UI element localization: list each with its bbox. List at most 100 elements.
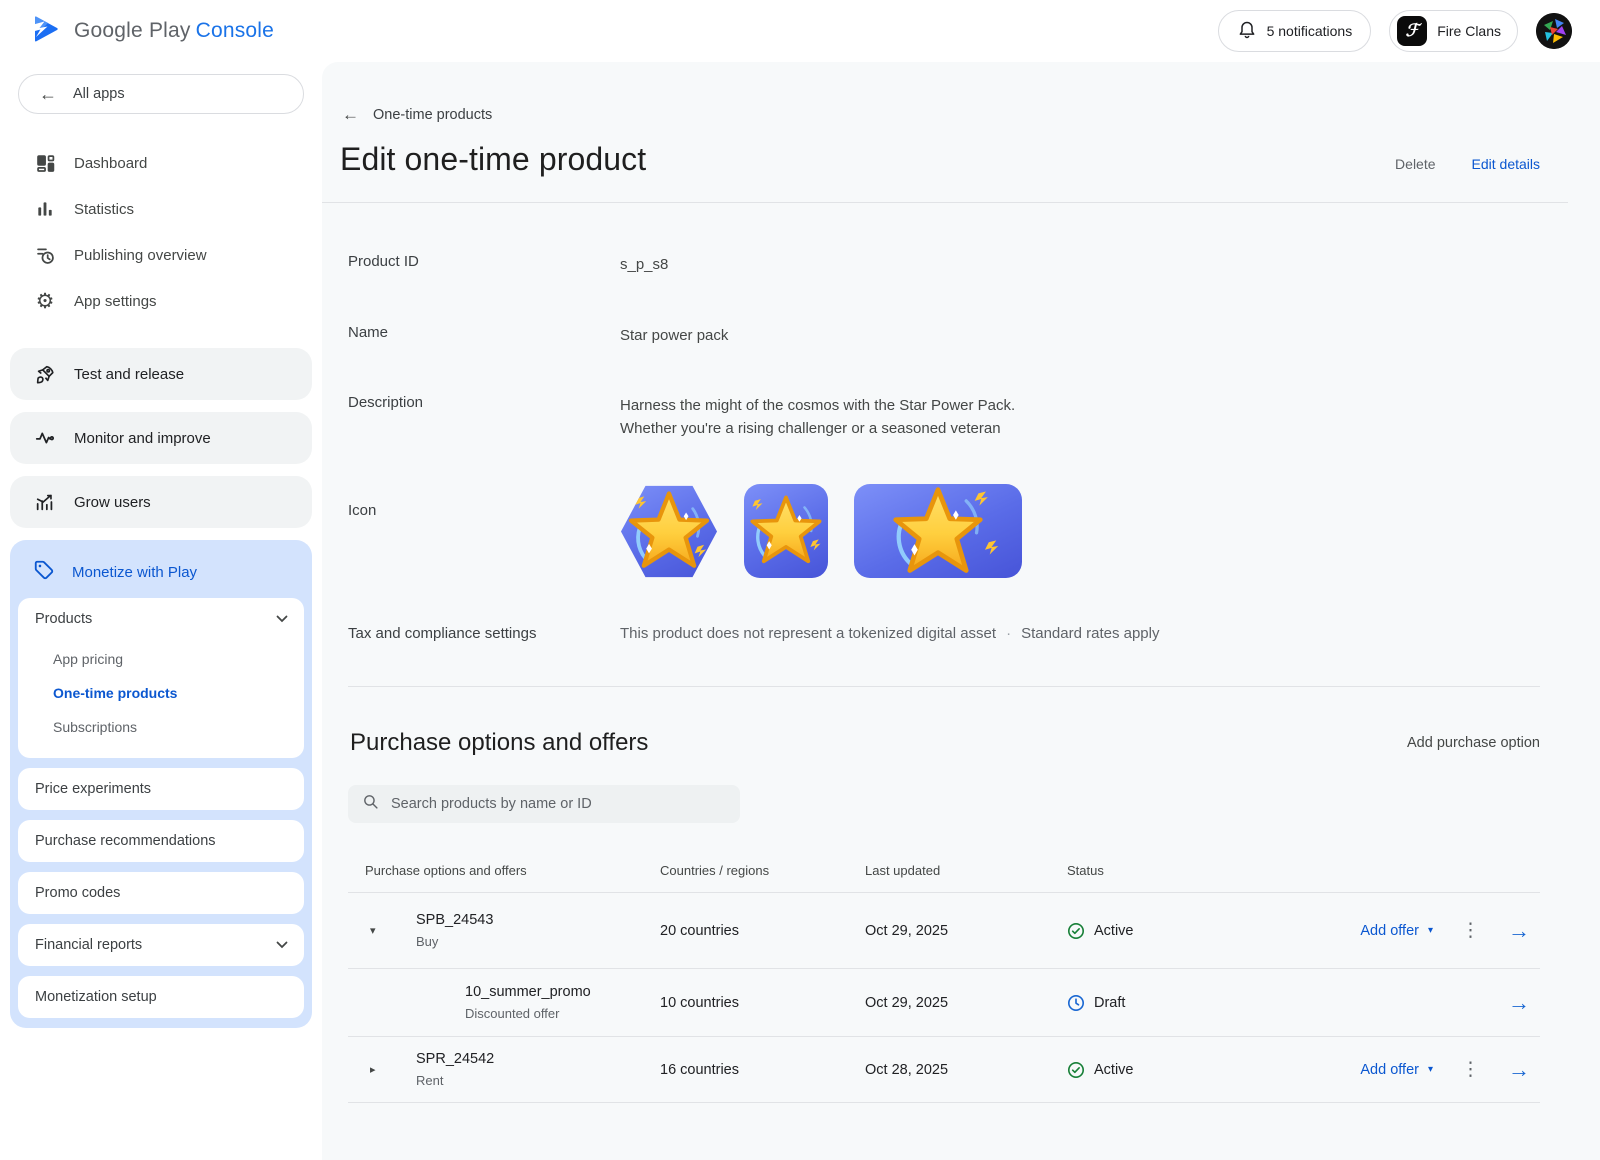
product-icon-rectangle	[854, 484, 1022, 578]
field-value: s_p_s8	[620, 253, 668, 276]
sidebar-card-monetization-setup[interactable]: Monetization setup	[18, 976, 304, 1018]
pulse-icon	[33, 426, 57, 450]
draft-clock-icon	[1067, 994, 1085, 1012]
sidebar-item-label: App settings	[74, 293, 157, 310]
sidebar-group-label: Grow users	[74, 494, 151, 511]
play-triangle-icon	[30, 13, 62, 50]
all-apps-button[interactable]: ← All apps	[18, 74, 304, 114]
app-name: Fire Clans	[1437, 23, 1501, 39]
product-icon-strip	[620, 484, 1022, 579]
field-icon: Icon	[322, 484, 1600, 579]
add-offer-button[interactable]: Add offer ▾	[1360, 1062, 1433, 1078]
countries-cell: 16 countries	[660, 1062, 865, 1078]
rocket-icon	[33, 362, 57, 386]
sidebar-card-price-experiments[interactable]: Price experiments	[18, 768, 304, 810]
purchase-options-table: Purchase options and offers Countries / …	[348, 853, 1540, 1103]
open-row-arrow[interactable]: →	[1508, 1057, 1530, 1083]
back-arrow-icon: ←	[39, 85, 57, 103]
growth-chart-icon	[33, 490, 57, 514]
sidebar-group-label: Monitor and improve	[74, 430, 211, 447]
page-title: Edit one-time product	[340, 141, 646, 178]
table-row: ▸ SPR_24542 Rent 16 countries Oct 28, 20…	[348, 1037, 1540, 1103]
notifications-button[interactable]: 5 notifications	[1218, 10, 1372, 52]
field-name: Name Star power pack	[322, 324, 1600, 347]
search-icon	[362, 793, 379, 815]
avatar[interactable]	[1536, 13, 1572, 49]
chevron-down-icon	[276, 611, 288, 627]
publishing-overview-icon	[33, 243, 57, 267]
monetize-label: Monetize with Play	[72, 564, 197, 581]
statistics-icon	[33, 197, 57, 221]
field-label: Name	[348, 324, 620, 347]
sidebar-item-subscriptions[interactable]: Subscriptions	[18, 710, 304, 744]
sidebar-item-app-settings[interactable]: ⚙ App settings	[0, 278, 322, 324]
open-row-arrow[interactable]: →	[1508, 918, 1530, 944]
updated-cell: Oct 29, 2025	[865, 995, 1067, 1011]
card-label: Promo codes	[35, 885, 120, 901]
sidebar-group-monitor-and-improve[interactable]: Monitor and improve	[10, 412, 312, 464]
row-id-cell: 10_summer_promo Discounted offer	[392, 984, 660, 1021]
field-value: This product does not represent a tokeni…	[620, 625, 1159, 642]
product-icon-square	[744, 484, 828, 578]
sidebar-item-one-time-products[interactable]: One-time products	[18, 676, 304, 710]
products-toggle[interactable]: Products	[18, 598, 304, 640]
sidebar-group-grow-users[interactable]: Grow users	[10, 476, 312, 528]
sidebar-item-dashboard[interactable]: Dashboard	[0, 140, 322, 186]
sidebar-group-monetize-with-play[interactable]: Monetize with Play	[18, 546, 304, 598]
app-icon: ℱ	[1397, 16, 1427, 46]
overflow-menu-button[interactable]: ⋮	[1461, 1058, 1480, 1081]
table-row: 10_summer_promo Discounted offer 10 coun…	[348, 969, 1540, 1037]
overflow-menu-button[interactable]: ⋮	[1461, 919, 1480, 942]
field-description: Description Harness the might of the cos…	[322, 394, 1600, 441]
sidebar-item-label: Dashboard	[74, 155, 147, 172]
sidebar-item-app-pricing[interactable]: App pricing	[18, 642, 304, 676]
col-header: Status	[1067, 863, 1267, 878]
sidebar-card-promo-codes[interactable]: Promo codes	[18, 872, 304, 914]
updated-cell: Oct 28, 2025	[865, 1062, 1067, 1078]
purchase-section-title: Purchase options and offers	[350, 729, 648, 757]
breadcrumb[interactable]: ← One-time products	[342, 106, 1600, 123]
notifications-label: 5 notifications	[1267, 23, 1353, 39]
search-input[interactable]	[391, 796, 726, 812]
app-switcher-button[interactable]: ℱ Fire Clans	[1389, 10, 1518, 52]
col-header: Last updated	[865, 863, 1067, 878]
edit-details-button[interactable]: Edit details	[1472, 156, 1540, 172]
search-box[interactable]	[348, 785, 740, 823]
col-header: Purchase options and offers	[348, 863, 660, 878]
sidebar-item-statistics[interactable]: Statistics	[0, 186, 322, 232]
divider	[348, 686, 1540, 687]
expand-row-icon[interactable]: ▸	[348, 1063, 392, 1076]
sidebar-group-test-and-release[interactable]: Test and release	[10, 348, 312, 400]
all-apps-label: All apps	[73, 86, 125, 102]
row-id-cell: SPB_24543 Buy	[392, 912, 660, 949]
countries-cell: 20 countries	[660, 923, 865, 939]
updated-cell: Oct 29, 2025	[865, 923, 1067, 939]
back-arrow-icon: ←	[342, 106, 359, 123]
main-panel: ← One-time products Edit one-time produc…	[322, 62, 1600, 1160]
field-label: Description	[348, 394, 620, 441]
sidebar-card-purchase-recommendations[interactable]: Purchase recommendations	[18, 820, 304, 862]
card-label: Purchase recommendations	[35, 833, 216, 849]
sidebar-item-label: Statistics	[74, 201, 134, 218]
sidebar-card-products: Products App pricing One-time products S…	[18, 598, 304, 758]
delete-button[interactable]: Delete	[1395, 156, 1435, 172]
countries-cell: 10 countries	[660, 995, 865, 1011]
sidebar-monetize-section: Monetize with Play Products App pricing …	[10, 540, 312, 1028]
add-offer-button[interactable]: Add offer ▾	[1360, 923, 1433, 939]
chevron-down-icon	[276, 937, 288, 953]
field-value: Star power pack	[620, 324, 728, 347]
dashboard-icon	[33, 151, 57, 175]
sidebar-card-financial-reports[interactable]: Financial reports	[18, 924, 304, 966]
table-header: Purchase options and offers Countries / …	[348, 853, 1540, 893]
play-console-logo[interactable]: Google PlayConsole	[30, 13, 274, 50]
open-row-arrow[interactable]: →	[1508, 990, 1530, 1016]
tag-icon	[33, 559, 55, 585]
add-purchase-option-button[interactable]: Add purchase option	[1407, 735, 1540, 751]
caret-down-icon: ▾	[1428, 925, 1433, 936]
sidebar-item-publishing-overview[interactable]: Publishing overview	[0, 232, 322, 278]
field-tax: Tax and compliance settings This product…	[322, 625, 1600, 642]
brand-text: Google PlayConsole	[74, 19, 274, 43]
collapse-row-icon[interactable]: ▾	[348, 924, 392, 937]
row-id-cell: SPR_24542 Rent	[392, 1051, 660, 1088]
card-label: Financial reports	[35, 937, 142, 953]
